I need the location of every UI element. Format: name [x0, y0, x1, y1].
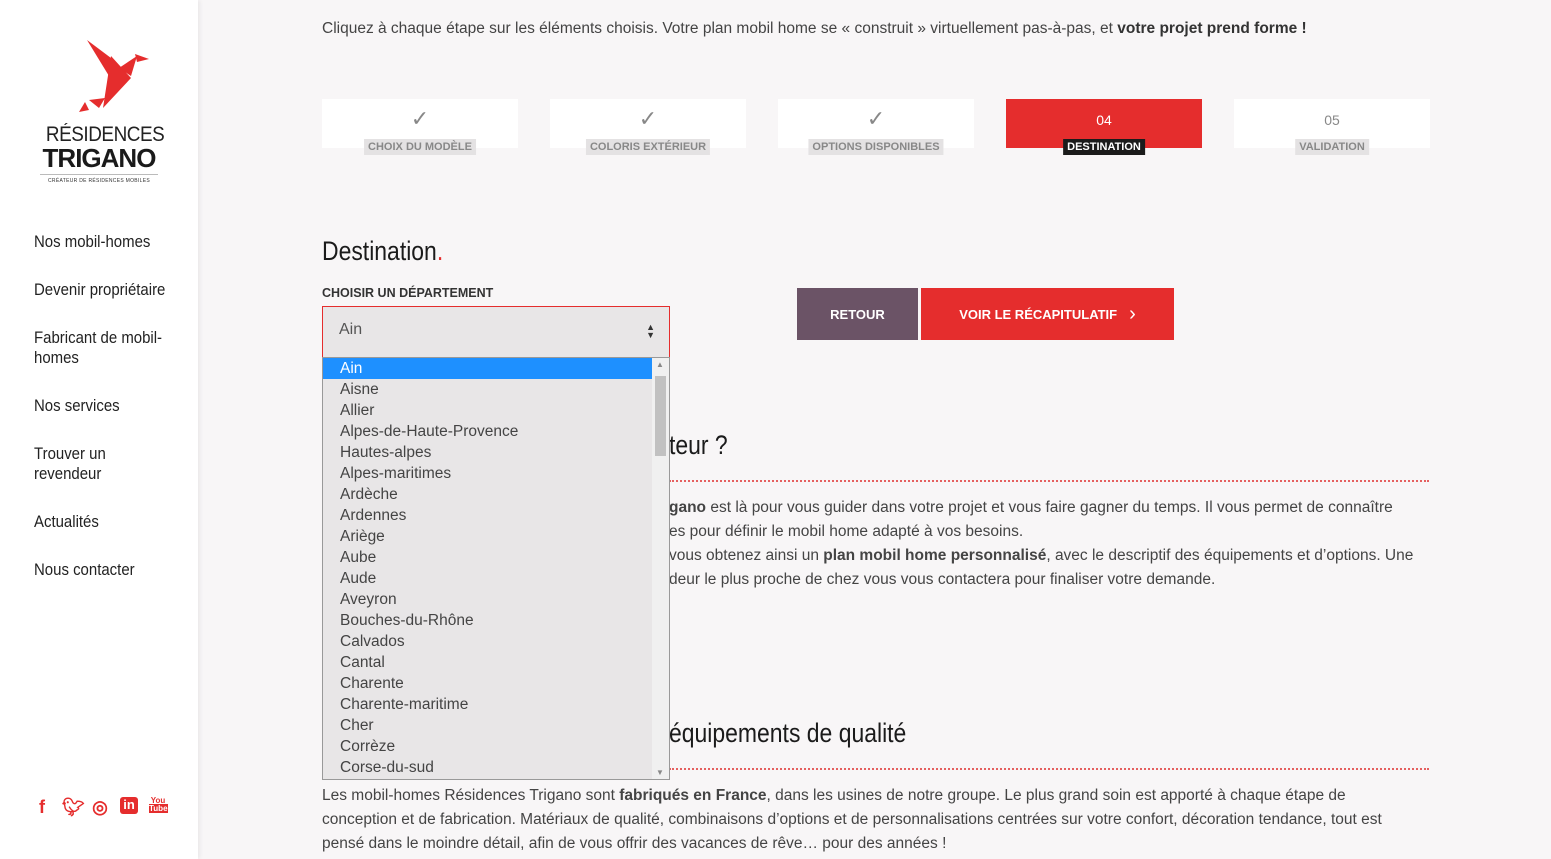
step-coloris[interactable]: ✓ COLORIS EXTÉRIEUR — [550, 99, 746, 155]
twitter-icon[interactable]: 🐦︎ — [62, 797, 85, 818]
section1-line4: deur le plus proche de chez vous vous co… — [669, 571, 1216, 588]
nav-item[interactable]: Devenir propriétaire — [34, 280, 166, 300]
dropdown-option[interactable]: Cher — [323, 715, 653, 736]
dropdown-option[interactable]: Aude — [323, 568, 653, 589]
dropdown-option[interactable]: Corse-du-sud — [323, 757, 653, 778]
nav-item[interactable]: Fabricant de mobil-homes — [34, 328, 166, 368]
dropdown-option[interactable]: Ariège — [323, 526, 653, 547]
instagram-icon[interactable]: ◎ — [91, 797, 109, 818]
check-icon: ✓ — [638, 106, 658, 131]
bird-logo-icon — [79, 40, 149, 112]
step-label: CHOIX DU MODÈLE — [364, 139, 476, 155]
dropdown-option[interactable]: Aube — [323, 547, 653, 568]
nav-item[interactable]: Actualités — [34, 512, 166, 532]
scrollbar[interactable]: ▲ ▼ — [652, 358, 669, 779]
youtube-icon[interactable]: You Tube — [149, 797, 168, 818]
section2-line3: pensé dans le moindre détail, afin de vo… — [322, 835, 947, 852]
select-arrows-icon: ▲ ▼ — [646, 322, 655, 340]
dropdown-option[interactable]: Bouches-du-Rhône — [323, 610, 653, 631]
linkedin-icon[interactable]: in — [120, 797, 138, 814]
nav-item[interactable]: Trouver un revendeur — [34, 444, 166, 484]
dropdown-option[interactable]: Hautes-alpes — [323, 442, 653, 463]
nav-item[interactable]: Nous contacter — [34, 560, 166, 580]
step-label: VALIDATION — [1295, 139, 1369, 155]
nav-item[interactable]: Nos mobil-homes — [34, 232, 166, 252]
step-choix-modele[interactable]: ✓ CHOIX DU MODÈLE — [322, 99, 518, 155]
section2-line2: conception et de fabrication. Matériaux … — [322, 811, 1382, 828]
back-button[interactable]: RETOUR — [797, 288, 918, 340]
dropdown-option[interactable]: Cantal — [323, 652, 653, 673]
dropdown-option[interactable]: Aveyron — [323, 589, 653, 610]
step-label: COLORIS EXTÉRIEUR — [585, 139, 711, 155]
dropdown-option[interactable]: Corrèze — [323, 736, 653, 757]
dropdown-option[interactable]: Alpes-de-Haute-Provence — [323, 421, 653, 442]
logo-line2: TRIGANO — [42, 143, 157, 173]
step-destination[interactable]: 04 DESTINATION — [1006, 99, 1202, 155]
sidebar: RÉSIDENCES TRIGANO CRÉATEUR DE RÉSIDENCE… — [0, 0, 198, 859]
scrollbar-thumb[interactable] — [655, 376, 666, 456]
dropdown-option[interactable]: Charente — [323, 673, 653, 694]
step-number: 04 — [1096, 112, 1112, 128]
check-icon: ✓ — [866, 106, 886, 131]
department-label: CHOISIR UN DÉPARTEMENT — [322, 286, 494, 300]
dropdown-option[interactable]: Ain — [323, 358, 653, 379]
department-select[interactable]: Ain ▲ ▼ — [322, 306, 670, 358]
section1-title: teur ? — [669, 430, 728, 460]
check-icon: ✓ — [410, 106, 430, 131]
department-dropdown-list[interactable]: ▲ ▼ Ain Aisne Allier Alpes-de-Haute-Provence… — [322, 357, 670, 780]
divider — [669, 768, 1429, 770]
section1-line3: vous obtenez ainsi un plan mobil home pe… — [669, 547, 1414, 564]
section1-line1: gano est là pour vous guider dans votre … — [669, 499, 1393, 516]
main-nav: Nos mobil-homes Devenir propriétaire Fab… — [34, 232, 184, 608]
step-number: 05 — [1324, 112, 1340, 128]
social-links: f 🐦︎ ◎ in You Tube — [33, 797, 168, 818]
dropdown-option[interactable]: Charente-maritime — [323, 694, 653, 715]
dropdown-option[interactable]: Aisne — [323, 379, 653, 400]
step-options[interactable]: ✓ OPTIONS DISPONIBLES — [778, 99, 974, 155]
step-label: OPTIONS DISPONIBLES — [808, 139, 944, 155]
destination-title: Destination. — [322, 236, 444, 266]
dropdown-option[interactable]: Allier — [323, 400, 653, 421]
divider — [669, 480, 1429, 482]
dropdown-option[interactable]: Ardennes — [323, 505, 653, 526]
nav-item[interactable]: Nos services — [34, 396, 166, 416]
dropdown-option[interactable]: Alpes-maritimes — [323, 463, 653, 484]
logo-tagline: CRÉATEUR DE RÉSIDENCES MOBILES — [40, 174, 158, 184]
chevron-right-icon: › — [1129, 302, 1136, 325]
facebook-icon[interactable]: f — [33, 797, 51, 818]
dropdown-option[interactable]: Ardèche — [323, 484, 653, 505]
section2-title: équipements de qualité — [669, 718, 907, 748]
section2-line1: Les mobil-homes Résidences Trigano sont … — [322, 787, 1346, 804]
step-validation[interactable]: 05 VALIDATION — [1234, 99, 1430, 155]
logo-line1: RÉSIDENCES — [45, 123, 165, 146]
section1-line2: es pour définir le mobil home adapté à v… — [669, 523, 1024, 540]
intro-text: Cliquez à chaque étape sur les éléments … — [322, 20, 1307, 37]
dropdown-option[interactable]: Calvados — [323, 631, 653, 652]
step-label: DESTINATION — [1063, 139, 1145, 155]
logo[interactable]: RÉSIDENCES TRIGANO CRÉATEUR DE RÉSIDENCE… — [40, 38, 165, 184]
summary-button[interactable]: VOIR LE RÉCAPITULATIF › — [921, 288, 1174, 340]
